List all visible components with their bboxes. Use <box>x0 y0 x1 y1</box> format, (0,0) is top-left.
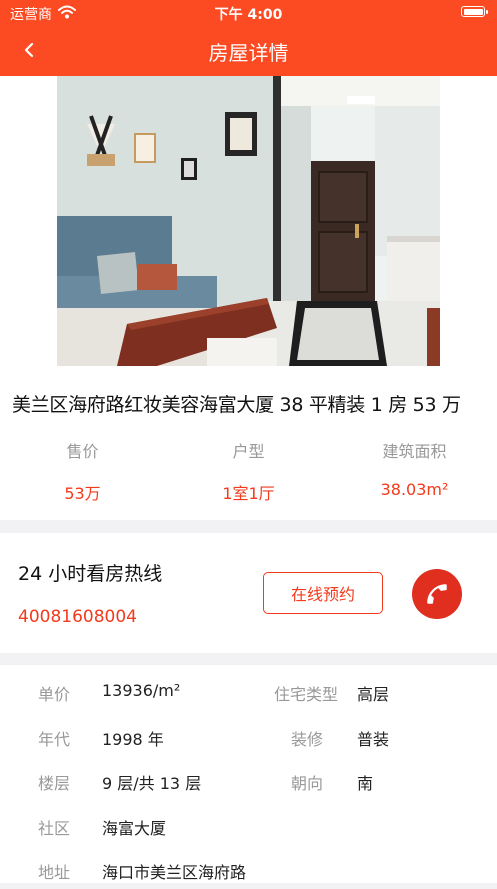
detail-value: 13936/m² <box>102 681 181 700</box>
detail-row: 社区 海富大厦 <box>0 815 497 845</box>
detail-value: 海富大厦 <box>102 819 167 838</box>
stat-price: 售价 53万 <box>0 438 165 504</box>
detail-value: 9 层/共 13 层 <box>102 774 202 793</box>
stat-area: 建筑面积 38.03m² <box>332 438 497 499</box>
phone-icon <box>427 584 447 604</box>
stat-value: 1室1厅 <box>222 484 275 503</box>
details-card: 单价 13936/m² 住宅类型 高层 年代 1998 年 装修 普装 楼层 9… <box>0 665 497 883</box>
detail-value: 普装 <box>357 730 390 749</box>
detail-value: 南 <box>357 774 374 793</box>
stat-value: 38.03m² <box>380 480 449 499</box>
page-title: 房屋详情 <box>208 41 289 65</box>
house-photo[interactable] <box>57 76 440 366</box>
stat-label: 户型 <box>232 442 265 461</box>
status-time: 下午 4:00 <box>214 7 283 23</box>
hotline-phone-number[interactable]: 40081608004 <box>18 607 137 627</box>
listing-info-card: 美兰区海府路红妆美容海富大厦 38 平精装 1 房 53 万 售价 53万 户型… <box>0 368 497 520</box>
photo-area <box>0 76 497 368</box>
status-bar: 运营商 下午 4:00 <box>0 0 497 26</box>
listing-title: 美兰区海府路红妆美容海富大厦 38 平精装 1 房 53 万 <box>12 394 461 416</box>
detail-row: 地址 海口市美兰区海府路 <box>0 859 497 889</box>
detail-label: 单价 <box>38 685 71 704</box>
detail-label: 楼层 <box>38 774 71 793</box>
stat-label: 售价 <box>66 442 99 461</box>
detail-value: 高层 <box>357 685 390 704</box>
detail-row: 楼层 9 层/共 13 层 朝向 南 <box>0 770 497 800</box>
hotline-card: 24 小时看房热线 40081608004 在线预约 <box>0 533 497 653</box>
battery-icon <box>461 6 488 17</box>
detail-value: 海口市美兰区海府路 <box>102 863 247 882</box>
call-button[interactable] <box>412 569 462 619</box>
detail-label: 住宅类型 <box>274 685 339 704</box>
detail-label: 朝向 <box>291 774 324 793</box>
detail-label: 年代 <box>38 730 71 749</box>
detail-row: 年代 1998 年 装修 普装 <box>0 726 497 756</box>
book-online-button[interactable]: 在线预约 <box>263 572 383 614</box>
nav-bar: 房屋详情 <box>0 26 497 76</box>
detail-label: 装修 <box>291 730 324 749</box>
detail-value: 1998 年 <box>102 730 164 749</box>
hotline-title: 24 小时看房热线 <box>18 563 163 585</box>
stat-value: 53万 <box>64 484 101 503</box>
detail-row: 单价 13936/m² 住宅类型 高层 <box>0 681 497 711</box>
stat-layout: 户型 1室1厅 <box>166 438 331 504</box>
detail-label: 社区 <box>38 819 71 838</box>
detail-label: 地址 <box>38 863 71 882</box>
stat-label: 建筑面积 <box>382 442 447 461</box>
